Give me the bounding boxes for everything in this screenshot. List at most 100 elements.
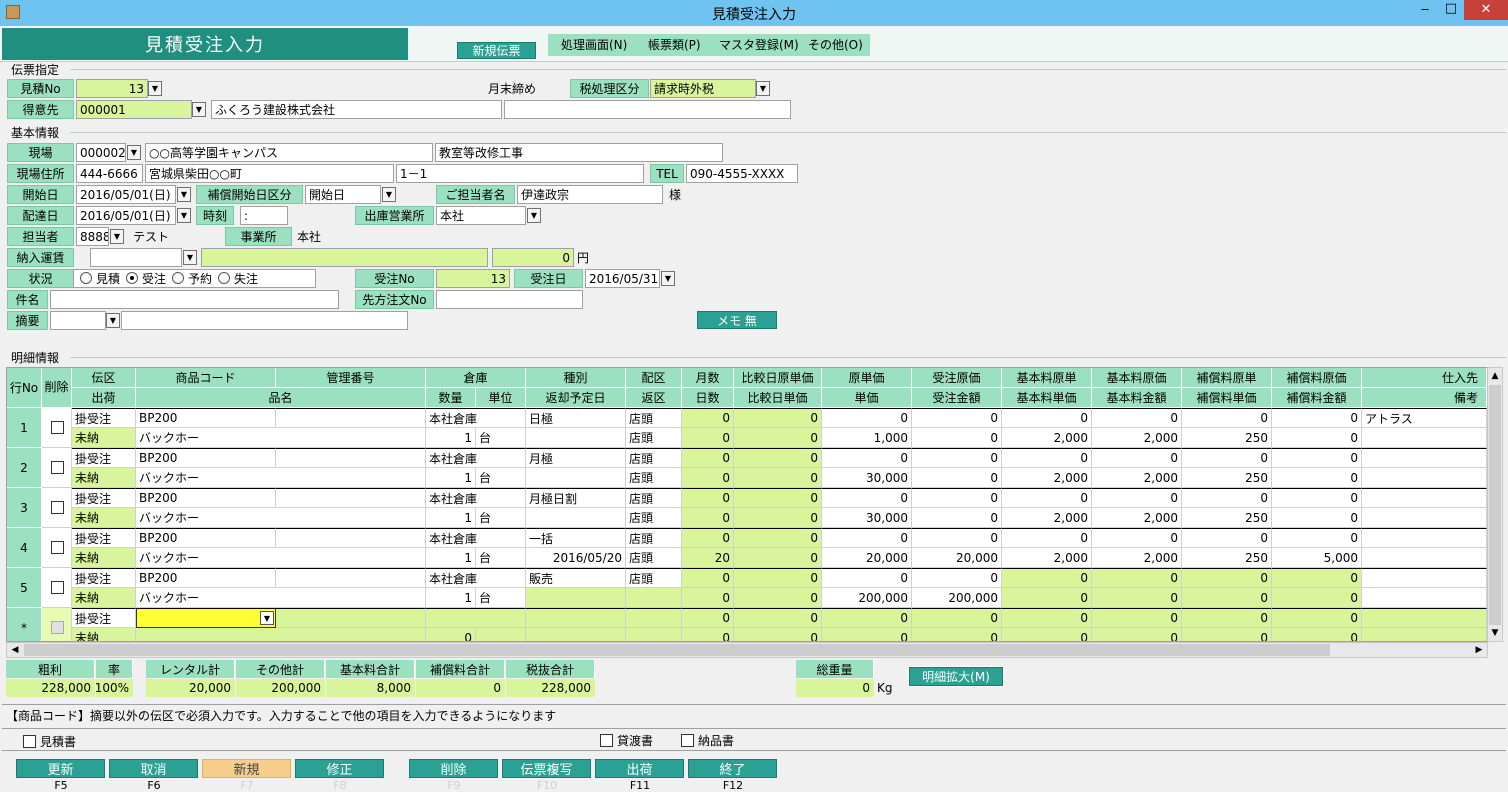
grid-cell-qty[interactable]: 0 — [426, 628, 476, 641]
site-dropdown[interactable]: ▼ — [127, 145, 141, 160]
grid-cell-cost[interactable]: 0 — [822, 488, 912, 508]
print-delivery-checkbox[interactable] — [681, 734, 694, 747]
grid-cell-comp-price[interactable]: 0 — [1182, 628, 1272, 641]
grid-cell-ord-cost[interactable]: 0 — [912, 408, 1002, 428]
grid-cell-comp-costsum[interactable]: 0 — [1272, 448, 1362, 468]
grid-cell-code[interactable]: BP200 — [136, 408, 276, 428]
grid-cell-kind[interactable]: 一括 — [526, 528, 626, 548]
grid-cell-base-price[interactable]: 2,000 — [1002, 428, 1092, 448]
grid-cell-kind[interactable]: 月極日割 — [526, 488, 626, 508]
grid-cell-comp-cost[interactable]: 0 — [1182, 528, 1272, 548]
grid-cell-months[interactable]: 0 — [682, 528, 734, 548]
update-button[interactable]: 更新 — [16, 759, 105, 778]
grid-cell-days[interactable]: 0 — [682, 588, 734, 608]
grid-cell-months[interactable]: 0 — [682, 448, 734, 468]
grid-cell-kind[interactable]: 販売 — [526, 568, 626, 588]
scroll-thumb[interactable] — [1489, 385, 1501, 625]
grid-cell-base-costsum[interactable]: 0 — [1092, 488, 1182, 508]
delete-checkbox[interactable] — [51, 621, 64, 634]
grid-cell-supplier[interactable] — [1362, 568, 1487, 588]
grid-cell-ord-cost[interactable]: 0 — [912, 528, 1002, 548]
copy-slip-button[interactable]: 伝票複写 — [502, 759, 591, 778]
estimate-no-field[interactable]: 13 — [76, 79, 148, 98]
menu-item-master[interactable]: マスタ登録(M) — [719, 35, 799, 54]
grid-cell-comp-costsum[interactable]: 0 — [1272, 568, 1362, 588]
delivery-date-field[interactable]: 2016/05/01(日) — [76, 206, 176, 225]
grid-cell-ord-amt[interactable]: 0 — [912, 468, 1002, 488]
grid-cell-hai[interactable]: 店頭 — [626, 528, 682, 548]
edit-button[interactable]: 修正 — [295, 759, 384, 778]
grid-cell-ret-date[interactable] — [526, 428, 626, 448]
grid-cell-cmp-cost[interactable]: 0 — [734, 488, 822, 508]
staff-code-field[interactable]: 8888 — [76, 227, 109, 246]
grid-cell-base-cost[interactable]: 0 — [1002, 448, 1092, 468]
start-date-field[interactable]: 2016/05/01(日) — [76, 185, 176, 204]
grid-cell-hen[interactable]: 店頭 — [626, 468, 682, 488]
grid-cell-price[interactable]: 200,000 — [822, 588, 912, 608]
grid-cell-wh[interactable] — [426, 608, 526, 628]
grid-cell-cmp-cost[interactable]: 0 — [734, 568, 822, 588]
freight-amount-field[interactable]: 0 — [492, 248, 574, 267]
grid-cell-comp-cost[interactable]: 0 — [1182, 488, 1272, 508]
grid-cell-qty[interactable]: 1 — [426, 508, 476, 528]
grid-cell-ord-amt[interactable]: 20,000 — [912, 548, 1002, 568]
grid-cell-comp-price[interactable]: 250 — [1182, 468, 1272, 488]
horizontal-scrollbar[interactable]: ◀ ▶ — [6, 642, 1488, 658]
grid-cell-cmp-price[interactable]: 0 — [734, 628, 822, 641]
delete-checkbox[interactable] — [51, 501, 64, 514]
grid-cell-note[interactable] — [1362, 628, 1487, 641]
tax-select[interactable]: 請求時外税 — [650, 79, 756, 98]
grid-cell-base-amt[interactable]: 2,000 — [1092, 468, 1182, 488]
grid-cell-ret-date[interactable] — [526, 628, 626, 641]
grid-cell-cost[interactable]: 0 — [822, 408, 912, 428]
customer-order-field[interactable] — [436, 290, 583, 309]
status-radio-lost[interactable]: 失注 — [212, 270, 258, 287]
grid-cell-ship[interactable]: 未納 — [72, 508, 136, 528]
grid-cell-comp-price[interactable]: 0 — [1182, 588, 1272, 608]
grid-cell-mgmt[interactable] — [276, 488, 426, 508]
grid-cell-base-amt[interactable]: 0 — [1092, 628, 1182, 641]
ship-button[interactable]: 出荷 — [595, 759, 684, 778]
menu-item-process[interactable]: 処理画面(N) — [561, 35, 627, 54]
grid-cell-mgmt[interactable] — [276, 408, 426, 428]
grid-cell-kind[interactable]: 月極 — [526, 448, 626, 468]
grid-cell-kubun[interactable]: 掛受注 — [72, 488, 136, 508]
customer-name-field[interactable]: ふくろう建設株式会社 — [211, 100, 502, 119]
grid-cell-base-costsum[interactable]: 0 — [1092, 408, 1182, 428]
grid-cell-unit[interactable]: 台 — [476, 468, 526, 488]
grid-cell-cmp-cost[interactable]: 0 — [734, 528, 822, 548]
grid-cell-days[interactable]: 0 — [682, 508, 734, 528]
tax-dropdown[interactable]: ▼ — [756, 81, 770, 96]
grid-cell-qty[interactable]: 1 — [426, 588, 476, 608]
zip-field[interactable]: 444-6666 — [76, 164, 143, 183]
grid-cell-name[interactable]: バックホー — [136, 588, 426, 608]
order-date-dropdown[interactable]: ▼ — [661, 271, 675, 286]
customer-code-field[interactable]: 000001 — [76, 100, 192, 119]
grid-cell-base-cost[interactable]: 0 — [1002, 488, 1092, 508]
grid-cell-ret-date[interactable] — [526, 588, 626, 608]
grid-cell-supplier[interactable] — [1362, 488, 1487, 508]
grid-cell-ship[interactable]: 未納 — [72, 468, 136, 488]
summary-dropdown[interactable]: ▼ — [106, 313, 120, 328]
memo-button[interactable]: メモ 無 — [697, 311, 777, 329]
exit-button[interactable]: 終了 — [688, 759, 777, 778]
grid-cell-comp-amt[interactable]: 0 — [1272, 588, 1362, 608]
site-name-field[interactable]: ○○高等学園キャンパス — [145, 143, 433, 162]
address2-field[interactable]: 1－1 — [396, 164, 644, 183]
grid-cell-qty[interactable]: 1 — [426, 548, 476, 568]
scroll-left-icon[interactable]: ◀ — [7, 643, 23, 657]
customer-dropdown[interactable]: ▼ — [192, 102, 206, 117]
grid-cell-cmp-price[interactable]: 0 — [734, 548, 822, 568]
menu-item-other[interactable]: その他(O) — [808, 35, 863, 54]
grid-cell-cmp-cost[interactable]: 0 — [734, 408, 822, 428]
status-radio-estimate[interactable]: 見積 — [74, 270, 120, 287]
delivery-date-dropdown[interactable]: ▼ — [177, 208, 191, 223]
grid-cell-cmp-cost[interactable]: 0 — [734, 608, 822, 628]
grid-cell-cost[interactable]: 0 — [822, 448, 912, 468]
staff-dropdown[interactable]: ▼ — [110, 229, 124, 244]
grid-cell-comp-price[interactable]: 250 — [1182, 508, 1272, 528]
grid-cell-code[interactable]: BP200 — [136, 488, 276, 508]
grid-cell-months[interactable]: 0 — [682, 408, 734, 428]
summary-type-select[interactable] — [50, 311, 106, 330]
grid-cell-unit[interactable]: 台 — [476, 428, 526, 448]
